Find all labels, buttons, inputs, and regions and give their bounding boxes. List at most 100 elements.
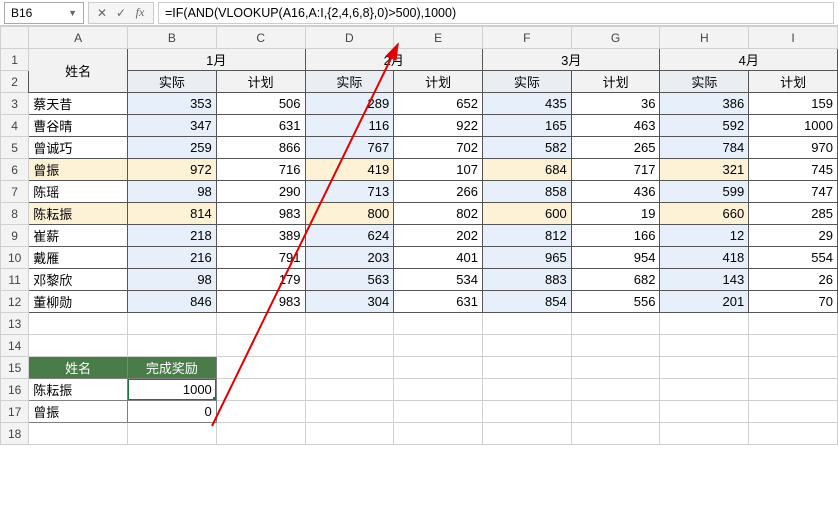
cell[interactable] [216,423,305,445]
data-cell[interactable]: 203 [305,247,394,269]
name-cell[interactable]: 曾振 [29,159,128,181]
cell[interactable] [216,313,305,335]
data-cell[interactable]: 600 [482,203,571,225]
cell[interactable] [482,357,571,379]
name-cell[interactable]: 蔡天昔 [29,93,128,115]
name-box[interactable]: B16 ▼ [4,2,84,24]
row-header[interactable]: 11 [1,269,29,291]
data-cell[interactable]: 419 [305,159,394,181]
data-cell[interactable]: 556 [571,291,660,313]
chevron-down-icon[interactable]: ▼ [68,8,77,18]
mini-value-cell[interactable]: 1000 [128,379,217,401]
data-cell[interactable]: 1000 [749,115,838,137]
cell[interactable] [394,357,483,379]
row-header[interactable]: 8 [1,203,29,225]
data-cell[interactable]: 201 [660,291,749,313]
select-all-corner[interactable] [1,27,29,49]
data-cell[interactable]: 652 [394,93,483,115]
col-header[interactable]: G [571,27,660,49]
data-cell[interactable]: 266 [394,181,483,203]
cell[interactable] [660,357,749,379]
data-cell[interactable]: 347 [128,115,217,137]
data-cell[interactable]: 814 [128,203,217,225]
cell[interactable] [394,401,483,423]
row-header[interactable]: 14 [1,335,29,357]
row-header[interactable]: 13 [1,313,29,335]
col-header[interactable]: A [29,27,128,49]
data-cell[interactable]: 321 [660,159,749,181]
cell[interactable] [660,401,749,423]
mini-header-name[interactable]: 姓名 [29,357,128,379]
cell[interactable] [29,313,128,335]
header-plan[interactable]: 计划 [394,71,483,93]
row-header[interactable]: 3 [1,93,29,115]
data-cell[interactable]: 983 [216,291,305,313]
mini-name-cell[interactable]: 陈耘振 [29,379,128,401]
name-cell[interactable]: 陈耘振 [29,203,128,225]
cell[interactable] [394,379,483,401]
row-header[interactable]: 2 [1,71,29,93]
header-plan[interactable]: 计划 [571,71,660,93]
cell[interactable] [305,335,394,357]
cell[interactable] [29,423,128,445]
data-cell[interactable]: 624 [305,225,394,247]
cell[interactable] [749,423,838,445]
row-header[interactable]: 9 [1,225,29,247]
row-header[interactable]: 5 [1,137,29,159]
data-cell[interactable]: 631 [216,115,305,137]
cell[interactable] [749,357,838,379]
cell[interactable] [482,379,571,401]
data-cell[interactable]: 599 [660,181,749,203]
accept-icon[interactable]: ✓ [112,6,130,20]
mini-header-bonus[interactable]: 完成奖励 [128,357,217,379]
col-header[interactable]: D [305,27,394,49]
row-header[interactable]: 1 [1,49,29,71]
header-actual[interactable]: 实际 [128,71,217,93]
cell[interactable] [394,423,483,445]
data-cell[interactable]: 29 [749,225,838,247]
header-actual[interactable]: 实际 [305,71,394,93]
header-month[interactable]: 3月 [482,49,659,71]
cell[interactable] [571,423,660,445]
data-cell[interactable]: 970 [749,137,838,159]
mini-name-cell[interactable]: 曾振 [29,401,128,423]
row-header[interactable]: 18 [1,423,29,445]
data-cell[interactable]: 304 [305,291,394,313]
data-cell[interactable]: 19 [571,203,660,225]
header-actual[interactable]: 实际 [660,71,749,93]
data-cell[interactable]: 954 [571,247,660,269]
header-month[interactable]: 1月 [128,49,305,71]
header-actual[interactable]: 实际 [482,71,571,93]
col-header[interactable]: C [216,27,305,49]
data-cell[interactable]: 26 [749,269,838,291]
fx-icon[interactable]: fx [131,5,149,20]
data-cell[interactable]: 812 [482,225,571,247]
cell[interactable] [394,313,483,335]
row-header[interactable]: 17 [1,401,29,423]
data-cell[interactable]: 767 [305,137,394,159]
cell[interactable] [660,335,749,357]
data-cell[interactable]: 401 [394,247,483,269]
cell[interactable] [571,357,660,379]
cell[interactable] [216,379,305,401]
cell[interactable] [749,379,838,401]
data-cell[interactable]: 554 [749,247,838,269]
data-cell[interactable]: 12 [660,225,749,247]
data-cell[interactable]: 166 [571,225,660,247]
data-cell[interactable]: 802 [394,203,483,225]
cell[interactable] [660,379,749,401]
data-cell[interactable]: 289 [305,93,394,115]
header-plan[interactable]: 计划 [749,71,838,93]
cell[interactable] [29,335,128,357]
data-cell[interactable]: 463 [571,115,660,137]
col-header[interactable]: B [128,27,217,49]
col-header[interactable]: I [749,27,838,49]
data-cell[interactable]: 983 [216,203,305,225]
col-header[interactable]: H [660,27,749,49]
data-cell[interactable]: 259 [128,137,217,159]
col-header[interactable]: E [394,27,483,49]
data-cell[interactable]: 800 [305,203,394,225]
data-cell[interactable]: 218 [128,225,217,247]
cell[interactable] [482,423,571,445]
data-cell[interactable]: 682 [571,269,660,291]
